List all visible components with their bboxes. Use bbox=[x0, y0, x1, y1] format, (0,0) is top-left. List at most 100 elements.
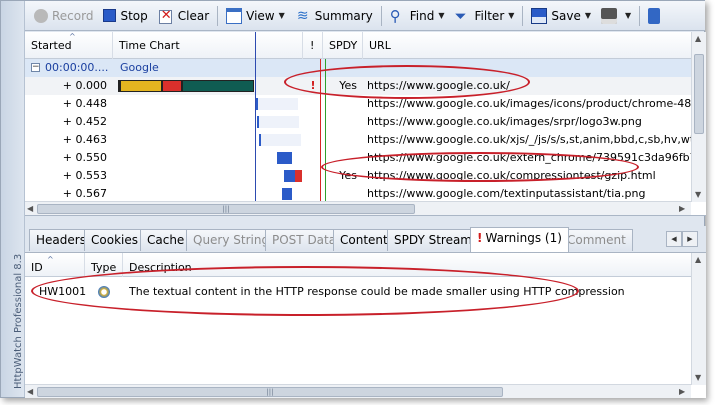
timing-bar-segment bbox=[162, 80, 182, 92]
scroll-left-icon[interactable]: ◀ bbox=[27, 387, 33, 396]
request-grid-vertical-scrollbar[interactable]: ▲ ▼ bbox=[691, 32, 706, 202]
find-button[interactable]: ⚲ Find ▼ bbox=[385, 4, 450, 28]
timing-bar-segment bbox=[282, 188, 292, 200]
request-url: https://www.google.co.uk/images/icons/pr… bbox=[367, 97, 691, 110]
warnings-grid-header: ID ^ Type Description bbox=[25, 253, 691, 277]
scroll-down-icon[interactable]: ▼ bbox=[695, 190, 701, 199]
scroll-up-icon[interactable]: ▲ bbox=[695, 255, 701, 264]
grid-header: Started ^ Time Chart ! SPDY URL bbox=[25, 32, 691, 59]
warnings-vertical-scrollbar[interactable]: ▲ ▼ bbox=[691, 253, 706, 385]
time-chart bbox=[116, 32, 326, 215]
timing-bar-segment bbox=[259, 116, 299, 128]
column-type[interactable]: Type bbox=[85, 253, 123, 277]
timing-bar-segment bbox=[284, 170, 295, 182]
column-id[interactable]: ID ^ bbox=[25, 253, 85, 277]
options-icon bbox=[648, 7, 661, 24]
chevron-down-icon: ▼ bbox=[438, 11, 445, 20]
clear-icon bbox=[158, 8, 174, 24]
tab-query-string[interactable]: Query String bbox=[186, 229, 277, 251]
product-side-label: HttpWatch Professional 8.3 bbox=[1, 1, 25, 397]
scroll-left-icon[interactable]: ◀ bbox=[27, 204, 33, 213]
request-started: + 0.463 bbox=[62, 133, 107, 146]
tab-comment[interactable]: Comment bbox=[560, 229, 633, 251]
stop-button[interactable]: Stop bbox=[98, 4, 152, 28]
request-spdy bbox=[323, 131, 361, 149]
timing-bar-segment bbox=[295, 170, 302, 182]
options-button[interactable] bbox=[643, 4, 669, 28]
column-started[interactable]: Started ^ bbox=[25, 32, 113, 59]
stop-icon bbox=[103, 9, 117, 22]
toolbar: Record Stop Clear View ▼ ≋ Summary ⚲ Fin… bbox=[25, 1, 705, 31]
tab-scroll-right-icon[interactable]: ▶ bbox=[682, 231, 698, 247]
request-started: + 0.553 bbox=[62, 169, 107, 182]
clear-button[interactable]: Clear bbox=[153, 4, 214, 28]
tab-scroll-left-icon[interactable]: ◀ bbox=[666, 231, 682, 247]
request-spdy bbox=[323, 95, 361, 113]
toolbar-separator bbox=[217, 5, 219, 26]
details-tab-strip: Headers Cookies Cache Query String POST … bbox=[25, 226, 706, 252]
record-button[interactable]: Record bbox=[29, 4, 98, 28]
toolbar-separator bbox=[380, 5, 382, 26]
request-url: https://www.google.co.uk/extern_chrome/7… bbox=[367, 151, 691, 164]
chevron-down-icon: ▼ bbox=[625, 11, 632, 20]
tab-post-data[interactable]: POST Data bbox=[265, 229, 344, 251]
scroll-thumb[interactable]: ||| bbox=[37, 204, 415, 214]
request-url: https://www.google.co.uk/xjs/_/js/s/s,st… bbox=[367, 133, 691, 146]
info-icon bbox=[98, 286, 110, 298]
chevron-down-icon: ▼ bbox=[278, 11, 285, 20]
column-description[interactable]: Description bbox=[123, 253, 691, 277]
request-grid: Started ^ Time Chart ! SPDY URL − 00:00:… bbox=[25, 32, 706, 216]
filter-button[interactable]: ⏷ Filter ▼ bbox=[450, 4, 520, 28]
view-icon bbox=[226, 7, 243, 24]
scroll-right-icon[interactable]: ▶ bbox=[679, 204, 685, 213]
toolbar-separator bbox=[639, 5, 641, 26]
request-spdy bbox=[323, 113, 361, 131]
column-time-chart[interactable]: Time Chart bbox=[113, 32, 303, 59]
view-button[interactable]: View ▼ bbox=[221, 4, 290, 28]
tab-content[interactable]: Content bbox=[333, 229, 395, 251]
scroll-down-icon[interactable]: ▼ bbox=[695, 373, 701, 382]
request-started: + 0.452 bbox=[62, 115, 107, 128]
tab-cookies[interactable]: Cookies bbox=[84, 229, 145, 251]
request-url: https://www.google.co.uk/images/srpr/log… bbox=[367, 115, 642, 128]
warnings-horizontal-scrollbar[interactable]: ◀ ||| ▶ bbox=[25, 384, 691, 398]
request-url: https://www.google.co.uk/ bbox=[367, 79, 510, 92]
column-url[interactable]: URL bbox=[363, 32, 691, 59]
timing-bar-segment bbox=[120, 80, 162, 92]
save-icon bbox=[531, 7, 548, 24]
request-started: + 0.448 bbox=[62, 97, 107, 110]
print-button[interactable]: ▼ bbox=[596, 4, 636, 28]
save-button[interactable]: Save ▼ bbox=[526, 4, 596, 28]
record-icon bbox=[34, 8, 48, 23]
request-grid-horizontal-scrollbar[interactable]: ◀ ||| ▶ bbox=[25, 201, 691, 215]
sort-ascending-icon: ^ bbox=[47, 255, 54, 264]
request-started: + 0.000 bbox=[62, 79, 107, 92]
timing-bar-segment bbox=[258, 98, 298, 110]
product-name: HttpWatch Professional 8.3 bbox=[13, 253, 24, 389]
render-start-line bbox=[255, 32, 256, 215]
warning-row[interactable]: HW1001 The textual content in the HTTP r… bbox=[25, 283, 691, 301]
scroll-thumb[interactable]: ||| bbox=[37, 387, 503, 397]
request-url: https://www.google.co.uk/compressiontest… bbox=[367, 169, 656, 182]
column-warnings[interactable]: ! bbox=[303, 32, 323, 59]
page-load-line bbox=[320, 59, 321, 215]
scroll-up-icon[interactable]: ▲ bbox=[695, 34, 701, 43]
scroll-right-icon[interactable]: ▶ bbox=[679, 387, 685, 396]
scroll-thumb[interactable] bbox=[694, 54, 704, 134]
tab-spdy-stream[interactable]: SPDY Stream bbox=[387, 229, 479, 251]
dom-load-line bbox=[325, 59, 326, 215]
warning-description: The textual content in the HTTP response… bbox=[129, 285, 625, 298]
tab-cache[interactable]: Cache bbox=[140, 229, 192, 251]
chevron-down-icon: ▼ bbox=[508, 11, 515, 20]
summary-button[interactable]: ≋ Summary bbox=[290, 4, 378, 28]
timing-bar-segment bbox=[261, 134, 301, 146]
chevron-down-icon: ▼ bbox=[584, 11, 592, 20]
summary-icon: ≋ bbox=[296, 7, 309, 24]
collapse-icon[interactable]: − bbox=[31, 63, 40, 72]
filter-icon: ⏷ bbox=[454, 6, 467, 25]
httpwatch-window: HttpWatch Professional 8.3 Record Stop C… bbox=[0, 0, 706, 398]
column-spdy[interactable]: SPDY bbox=[323, 32, 363, 59]
warning-id: HW1001 bbox=[39, 285, 87, 298]
tab-warnings[interactable]: ! Warnings (1) bbox=[470, 227, 569, 252]
request-spdy: Yes bbox=[339, 79, 357, 92]
